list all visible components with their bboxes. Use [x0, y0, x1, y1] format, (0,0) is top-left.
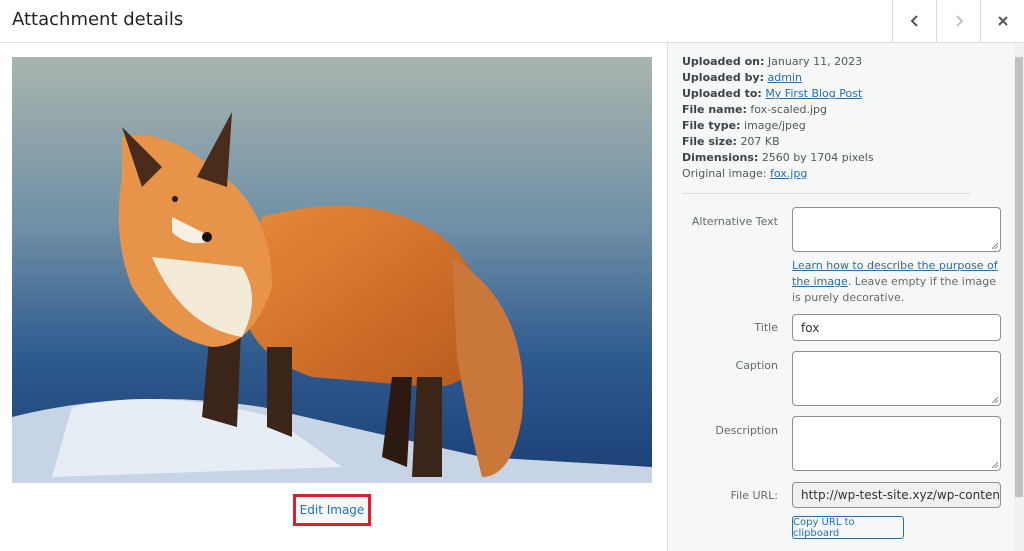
original-image: Original image: fox.jpg [682, 167, 808, 180]
copy-url-button[interactable]: Copy URL to clipboard [792, 516, 904, 539]
scrollbar[interactable] [1014, 43, 1024, 551]
alt-text-input[interactable] [792, 207, 1001, 252]
edit-image-button[interactable]: Edit Image [293, 494, 371, 526]
page-title: Attachment details [12, 9, 184, 30]
title-input[interactable]: fox [792, 314, 1001, 341]
chevron-left-icon [910, 15, 918, 27]
uploaded-to: Uploaded to: My First Blog Post [682, 87, 863, 100]
chevron-right-icon [955, 15, 963, 27]
file-size: File size: 207 KB [682, 135, 780, 148]
previous-button[interactable] [892, 0, 936, 42]
file-name: File name: fox-scaled.jpg [682, 103, 828, 116]
alt-text-label: Alternative Text [691, 215, 778, 228]
edit-image-label: Edit Image [299, 503, 365, 517]
uploaded-to-link[interactable]: My First Blog Post [765, 87, 862, 100]
title-label: Title [754, 321, 778, 334]
close-button[interactable] [980, 0, 1024, 42]
uploaded-on: Uploaded on: January 11, 2023 [682, 55, 863, 68]
description-input[interactable] [792, 416, 1001, 471]
uploaded-by: Uploaded by: admin [682, 71, 803, 84]
modal-header: Attachment details [0, 0, 1024, 43]
description-label: Description [715, 424, 778, 437]
image-preview-area: Edit Image [0, 43, 667, 551]
alt-text-help: Learn how to describe the purpose of the… [792, 259, 998, 304]
file-metadata: Uploaded on: January 11, 2023 Uploaded b… [682, 54, 874, 182]
file-type: File type: image/jpeg [682, 119, 806, 132]
caption-label: Caption [735, 359, 778, 372]
scrollbar-thumb[interactable] [1015, 57, 1023, 497]
original-image-link[interactable]: fox.jpg [770, 167, 807, 180]
divider [682, 193, 970, 194]
dimensions: Dimensions: 2560 by 1704 pixels [682, 151, 874, 164]
file-url-label: File URL: [730, 489, 778, 502]
caption-input[interactable] [792, 351, 1001, 406]
attachment-image [12, 57, 652, 483]
details-sidebar: Uploaded on: January 11, 2023 Uploaded b… [667, 43, 1024, 551]
file-url-input[interactable]: http://wp-test-site.xyz/wp-content/ [792, 482, 1001, 508]
uploaded-by-link[interactable]: admin [768, 71, 802, 84]
close-icon [997, 16, 1008, 26]
next-button[interactable] [936, 0, 980, 42]
